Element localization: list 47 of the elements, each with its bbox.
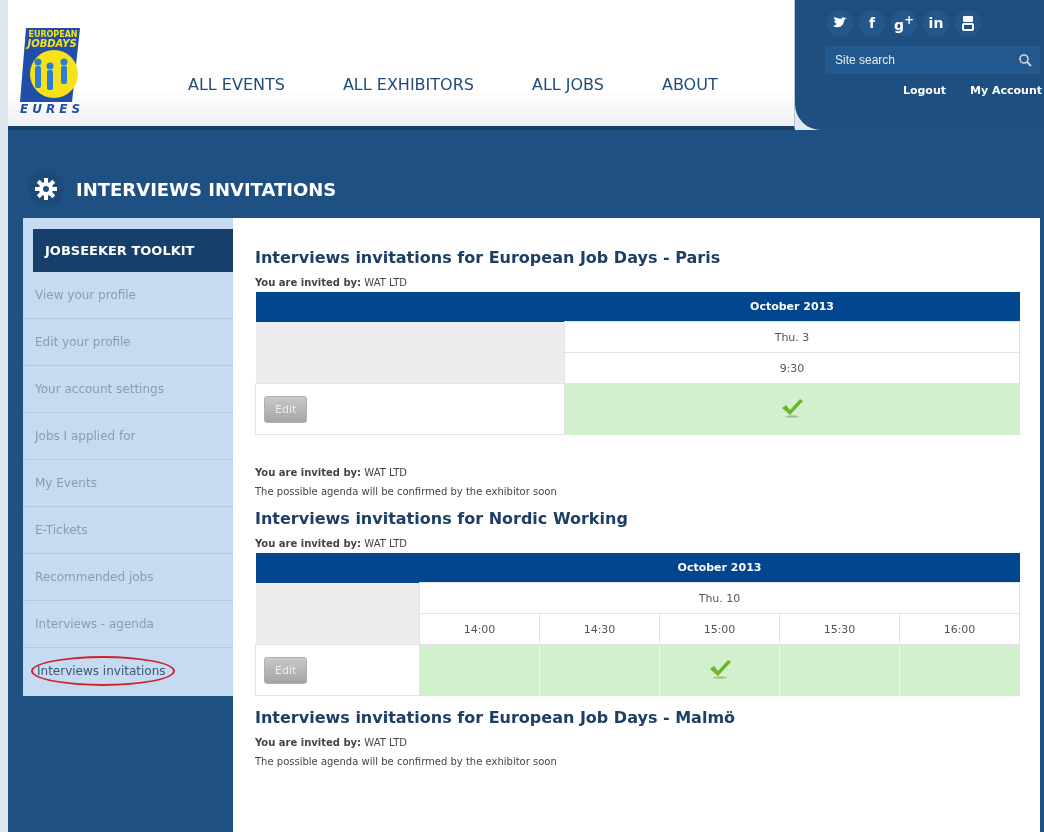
account-link[interactable]: Logout [902,84,946,97]
slot-cell[interactable] [659,644,780,696]
checkmark-icon [781,397,804,418]
invited-by-text: You are invited by: WAT LTD [255,277,408,288]
social-icon[interactable] [827,10,853,36]
social-icon[interactable]: f [859,10,885,36]
checkmark-icon [708,658,731,679]
invited-by-text: You are invited by: WAT LTD [255,467,408,478]
search-field[interactable]: Site search [825,46,1040,74]
note-text: The possible agenda will be confirmed by the exhibitor soon [255,486,558,497]
search-icon[interactable] [1019,54,1032,67]
page-title: INTERVIEWS INVITATIONS [76,178,337,200]
sidebar-item[interactable]: Interviews invitations [31,656,175,686]
logo-text: EURES [20,102,85,116]
time-cell: 15:30 [779,613,900,645]
slot-cell[interactable] [564,383,1020,435]
time-cell: 14:00 [419,613,540,645]
section-title: Interviews invitations for European Job Days - Malmö [255,708,737,727]
nav-link[interactable]: ALL EVENTS [188,75,285,94]
day-cell: Thu. 10 [419,582,1020,614]
slot-cell[interactable] [539,644,660,696]
invited-by-text: You are invited by: WAT LTD [255,538,408,549]
nav-link[interactable]: ALL JOBS [531,75,604,94]
time-cell: 14:30 [539,613,660,645]
month-header: October 2013 [564,292,1020,322]
slot-cell[interactable] [899,644,1020,696]
slot-cell[interactable] [779,644,900,696]
gear-icon [35,178,57,200]
social-icon[interactable]: in [923,10,949,36]
nav-link[interactable]: ABOUT [661,75,718,94]
sidebar-heading: JOBSEEKER TOOLKIT [33,229,233,272]
logo-text: EUROPEAN [28,30,78,39]
invited-by-text: You are invited by: WAT LTD [255,737,408,748]
social-icon[interactable]: g$^{+}$ [891,10,917,36]
logo-text: JOBDAYS [27,38,77,49]
month-header: October 2013 [419,553,1020,583]
time-cell: 15:00 [659,613,780,645]
time-cell: 16:00 [899,613,1020,645]
social-icon[interactable] [955,10,981,36]
slot-cell[interactable] [419,644,540,696]
time-cell: 9:30 [564,352,1020,384]
section-title: Interviews invitations for European Job Days - Paris [255,248,722,267]
day-cell: Thu. 3 [564,321,1020,353]
account-link[interactable]: My Account [970,84,1042,97]
nav-link[interactable]: ALL EXHIBITORS [342,75,474,94]
section-title: Interviews invitations for Nordic Working [255,509,629,528]
note-text: The possible agenda will be confirmed by the exhibitor soon [255,756,558,767]
